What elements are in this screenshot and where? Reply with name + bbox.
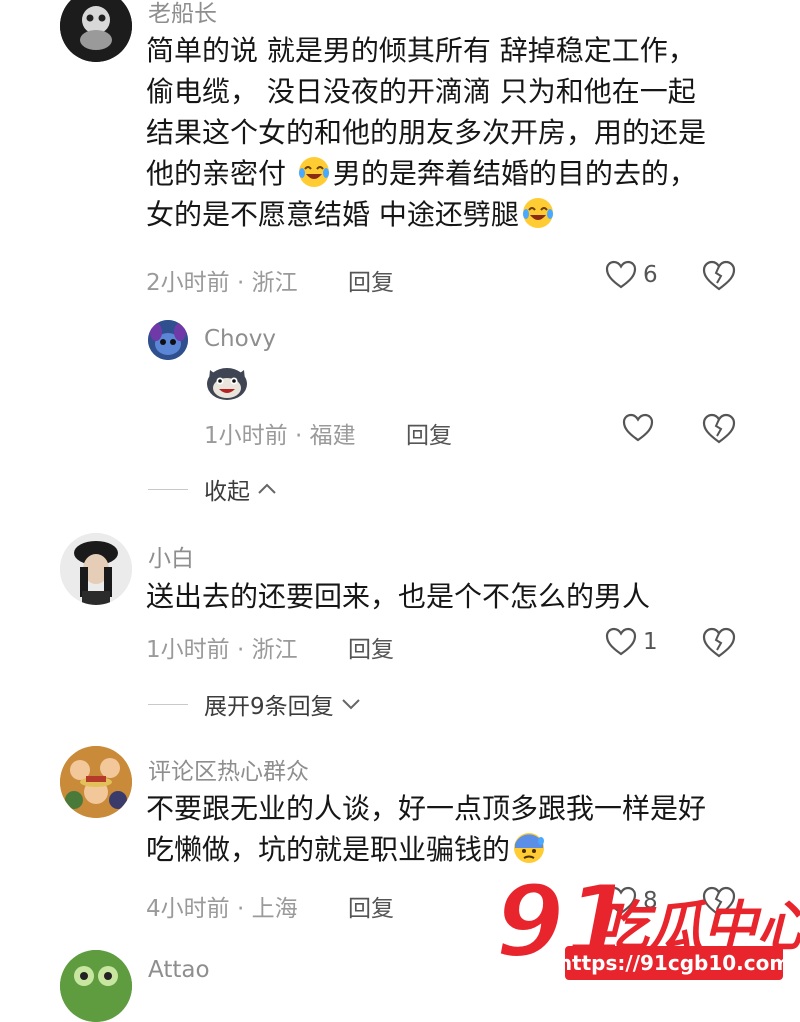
comment-meta: 2小时前 · 浙江 [146, 270, 298, 296]
expand-label: 展开9条回复 [204, 694, 334, 720]
reply-button[interactable]: 回复 [406, 416, 452, 450]
comment-line: 送出去的还要回来，也是个不怎么的男人 [146, 580, 651, 613]
comment-line: 结果这个女的和他的朋友多次开房，用的还是 [146, 116, 707, 149]
anime-group-avatar-image [60, 746, 132, 818]
comment-meta: 4小时前 · 上海 [146, 896, 298, 922]
comment-line-with-emoji: 女的是不愿意结婚 中途还劈腿 [146, 194, 706, 235]
dislike-button[interactable] [702, 413, 736, 449]
comment-line: 偷电缆， 没日没夜的开滴滴 只为和他在一起 [146, 75, 696, 108]
comment-text: 送出去的还要回来，也是个不怎么的男人 [146, 576, 650, 617]
comment-text: 不要跟无业的人谈，好一点顶多跟我一样是好 吃懒做，坑的就是职业骗钱的 [146, 788, 706, 870]
dislike-button[interactable] [702, 627, 736, 663]
laughing-tears-emoji [522, 198, 553, 228]
comment-line: 不要跟无业的人谈，好一点顶多跟我一样是好 [146, 792, 707, 825]
avatar[interactable] [60, 0, 132, 62]
avatar[interactable] [60, 950, 132, 1022]
girl-avatar-image [60, 533, 132, 605]
like-button[interactable]: 6 [605, 260, 658, 290]
chevron-up-icon [258, 483, 276, 494]
watermark-url: https://91cgb10.com [558, 946, 790, 980]
comment-username[interactable]: 小白 [148, 539, 194, 573]
reply-meta: 1小时前 · 福建 [204, 423, 356, 449]
laughing-tears-emoji [298, 157, 329, 187]
comment-line-segment: 他的亲密付 [146, 157, 287, 190]
site-watermark: 91 吃瓜中心 https://91cgb10.com [495, 868, 800, 988]
avatar[interactable] [60, 746, 132, 818]
like-button[interactable] [622, 413, 654, 443]
broken-heart-icon [702, 627, 736, 658]
comment-username[interactable]: Attao [148, 957, 210, 983]
cold-sweat-emoji [514, 833, 545, 863]
comment-username[interactable]: 老船长 [148, 0, 217, 28]
reply-button[interactable]: 回复 [348, 263, 394, 297]
comment-line-segment: 女的是不愿意结婚 中途还劈腿 [146, 198, 519, 231]
avatar[interactable] [60, 533, 132, 605]
comment-line-with-emoji: 吃懒做，坑的就是职业骗钱的 [146, 829, 706, 870]
collapse-replies-toggle[interactable]: 收起 [148, 472, 278, 506]
broken-heart-icon [702, 413, 736, 444]
comment-text: 简单的说 就是男的倾其所有 辞掉稳定工作， 偷电缆， 没日没夜的开滴滴 只为和他… [146, 30, 706, 235]
heart-outline-icon [605, 260, 637, 289]
expand-replies-toggle[interactable]: 展开9条回复 [148, 687, 362, 721]
divider [148, 703, 188, 705]
like-count: 6 [643, 262, 658, 288]
heart-outline-icon [605, 627, 637, 656]
raccoon-sticker-icon [204, 362, 250, 406]
collapse-label: 收起 [204, 479, 250, 505]
panda-avatar-image [60, 0, 132, 62]
like-count: 1 [643, 629, 658, 655]
comment-username[interactable]: 评论区热心群众 [148, 752, 309, 786]
comment-line-with-emoji: 他的亲密付 男的是奔着结婚的目的去的， [146, 153, 706, 194]
avatar[interactable] [148, 320, 188, 360]
reply-button[interactable]: 回复 [348, 889, 394, 923]
heart-outline-icon [622, 413, 654, 442]
broken-heart-icon [702, 260, 736, 291]
like-button[interactable]: 1 [605, 627, 658, 657]
comment-line-segment: 吃懒做，坑的就是职业骗钱的 [146, 833, 511, 866]
frog-avatar-image [60, 950, 132, 1022]
dislike-button[interactable] [702, 260, 736, 296]
comment-line-segment: 男的是奔着结婚的目的去的， [332, 157, 697, 190]
chevron-down-icon [341, 699, 360, 710]
comment-meta: 1小时前 · 浙江 [146, 637, 298, 663]
comment-line: 简单的说 就是男的倾其所有 辞掉稳定工作， [146, 34, 696, 67]
reply-username[interactable]: Chovy [204, 326, 276, 352]
divider [148, 488, 188, 490]
reply-button[interactable]: 回复 [348, 630, 394, 664]
stitch-avatar-image [148, 320, 188, 360]
